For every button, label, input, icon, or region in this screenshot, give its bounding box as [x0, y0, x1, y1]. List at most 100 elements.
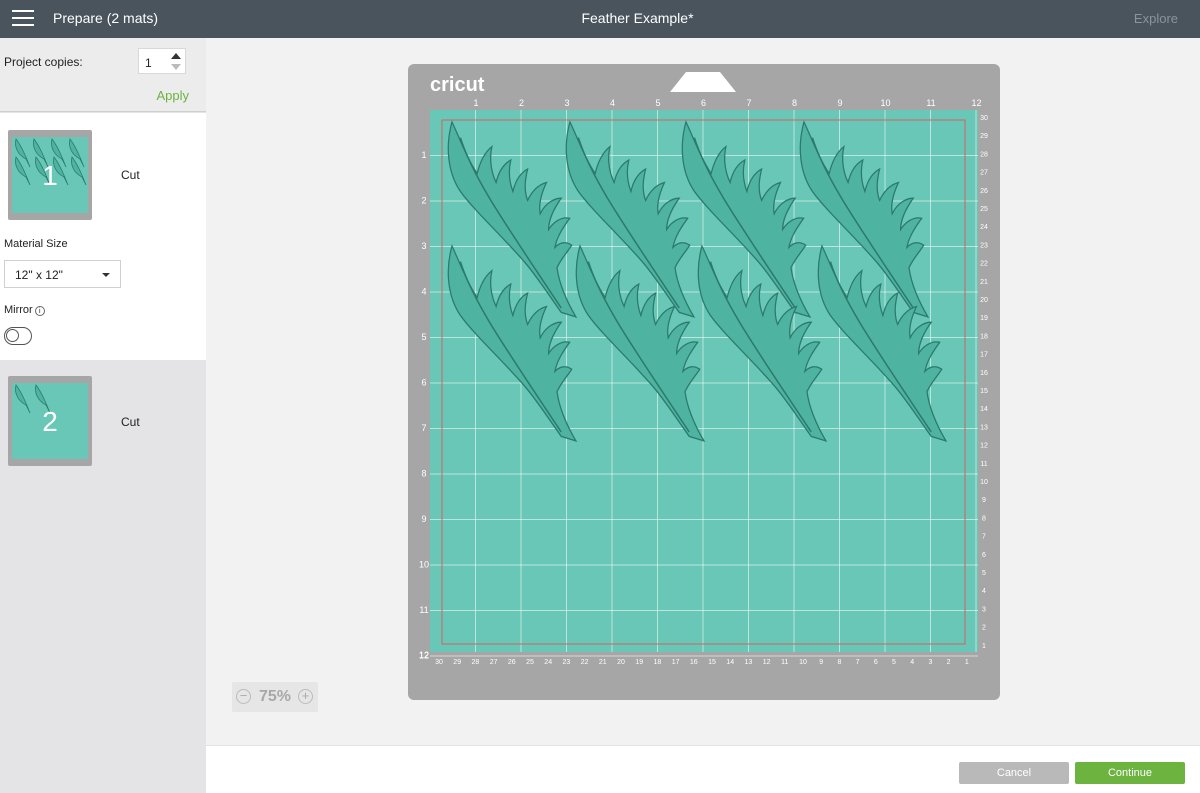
ruler-left-tick: 3	[421, 241, 426, 251]
ruler-bottom-tick: 14	[726, 659, 734, 666]
ruler-bottom-tick: 25	[526, 659, 534, 666]
menu-icon[interactable]	[12, 10, 34, 28]
ruler-right-tick: 20	[980, 297, 988, 304]
ruler-right-tick: 8	[982, 515, 986, 522]
mat-operation-1: Cut	[121, 168, 140, 182]
project-copies-input[interactable]: 1	[138, 48, 186, 74]
mirror-label: Mirror i	[4, 304, 45, 316]
material-size-value: 12" x 12"	[15, 268, 63, 282]
ruler-bottom-tick: 9	[819, 659, 823, 666]
mat-number-2: 2	[42, 406, 58, 437]
ruler-bottom-tick: 13	[745, 659, 753, 666]
apply-button[interactable]: Apply	[156, 88, 189, 103]
project-title: Feather Example*	[581, 10, 694, 26]
ruler-top-tick: 6	[701, 98, 706, 108]
project-copies-label: Project copies:	[4, 55, 83, 69]
toggle-knob	[6, 329, 19, 342]
ruler-bottom-tick: 19	[635, 659, 643, 666]
ruler-left-tick: 8	[421, 469, 426, 479]
ruler-left-tick: 1	[421, 150, 426, 160]
ruler-bottom-tick: 11	[781, 659, 788, 666]
explore-link[interactable]: Explore	[1134, 11, 1178, 26]
project-copies-value: 1	[145, 56, 152, 70]
ruler-right-tick: 11	[980, 461, 987, 468]
ruler-bottom-tick: 8	[837, 659, 841, 666]
ruler-left-tick: 2	[421, 196, 426, 206]
ruler-bottom-tick: 30	[435, 659, 443, 666]
material-size-label: Material Size	[4, 238, 68, 250]
ruler-left-tick: 11	[419, 605, 428, 615]
ruler-right-tick: 12	[980, 443, 988, 450]
ruler-right-tick: 9	[982, 497, 986, 504]
cancel-button[interactable]: Cancel	[959, 762, 1069, 784]
ruler-right-tick: 4	[982, 588, 986, 595]
ruler-top-tick: 1	[473, 98, 478, 108]
ruler-right-tick: 15	[980, 388, 988, 395]
continue-button[interactable]: Continue	[1075, 762, 1185, 784]
sidebar: Project copies: 1 Apply 1 Cut Material S…	[0, 38, 206, 793]
mat-card-1[interactable]: 1 Cut Material Size 12" x 12" Mirror i	[0, 113, 206, 360]
mirror-toggle[interactable]	[4, 327, 32, 345]
ruler-bottom-tick: 5	[892, 659, 896, 666]
ruler-top-tick: 2	[519, 98, 524, 108]
mat-number-1: 1	[42, 160, 58, 191]
info-icon[interactable]: i	[34, 306, 45, 316]
ruler-bottom-tick: 17	[672, 659, 680, 666]
ruler-right-tick: 26	[980, 188, 988, 195]
project-copies-panel: Project copies: 1 Apply	[0, 38, 206, 112]
decrement-icon[interactable]	[171, 64, 181, 70]
ruler-bottom-tick: 28	[472, 659, 480, 666]
ruler-left-tick: 5	[421, 332, 426, 342]
mirror-label-text: Mirror	[4, 304, 33, 316]
ruler-bottom-tick: 18	[654, 659, 662, 666]
material-size-select[interactable]: 12" x 12"	[4, 260, 121, 288]
page-title: Prepare (2 mats)	[53, 10, 159, 26]
ruler-right-tick: 18	[980, 333, 988, 340]
mat-thumbnail-1[interactable]: 1	[8, 130, 92, 220]
cutting-mat[interactable]: cricut 1 2 3 4 5 6 7 8 9 10 11 12123456789101112302…	[408, 64, 1000, 700]
ruler-bottom-tick: 16	[690, 659, 698, 666]
ruler-right-tick: 16	[980, 370, 988, 377]
ruler-bottom-tick: 21	[599, 659, 607, 666]
ruler-right-tick: 28	[980, 151, 988, 158]
top-bar: Prepare (2 mats) Feather Example* Explor…	[0, 0, 1200, 38]
zoom-control: − 75% +	[232, 682, 318, 712]
ruler-top-tick: 8	[792, 98, 797, 108]
increment-icon[interactable]	[171, 53, 181, 59]
ruler-right-tick: 5	[982, 570, 986, 577]
ruler-bottom-tick: 12	[763, 659, 771, 666]
ruler-right-tick: 17	[980, 352, 988, 359]
ruler-top-tick: 12	[971, 98, 981, 108]
ruler-top-tick: 3	[564, 98, 569, 108]
ruler-bottom-tick: 29	[453, 659, 461, 666]
ruler-right-tick: 23	[980, 242, 988, 249]
ruler-right-tick: 30	[980, 115, 988, 122]
zoom-out-icon[interactable]: −	[236, 689, 251, 704]
zoom-in-icon[interactable]: +	[298, 689, 313, 704]
ruler-bottom-tick: 24	[544, 659, 552, 666]
ruler-bottom-tick: 6	[874, 659, 878, 666]
ruler-right-tick: 14	[980, 406, 988, 413]
ruler-right-tick: 24	[980, 224, 988, 231]
ruler-bottom-tick: 10	[799, 659, 807, 666]
ruler-right-tick: 29	[980, 133, 988, 140]
ruler-right-tick: 7	[982, 534, 986, 541]
ruler-right-tick: 2	[982, 625, 986, 632]
ruler-left-tick: 6	[421, 378, 426, 388]
ruler-top-tick: 7	[746, 98, 751, 108]
ruler-bottom-tick: 27	[490, 659, 498, 666]
ruler-bottom-tick: 26	[508, 659, 516, 666]
ruler-bottom-tick: 1	[965, 659, 969, 666]
ruler-left-tick: 10	[419, 560, 429, 570]
ruler-right-tick: 13	[980, 424, 988, 431]
ruler-bottom-tick: 4	[910, 659, 914, 666]
ruler-left-tick: 4	[421, 287, 426, 297]
ruler-top-tick: 5	[655, 98, 660, 108]
ruler-top-tick: 11	[926, 98, 935, 108]
mat-thumbnail-2[interactable]: 2	[8, 376, 92, 466]
ruler-right-tick: 25	[980, 206, 988, 213]
chevron-down-icon	[102, 273, 110, 277]
ruler-right-tick: 27	[980, 170, 988, 177]
ruler-top-tick: 4	[610, 98, 615, 108]
ruler-left-tick: 9	[421, 514, 426, 524]
